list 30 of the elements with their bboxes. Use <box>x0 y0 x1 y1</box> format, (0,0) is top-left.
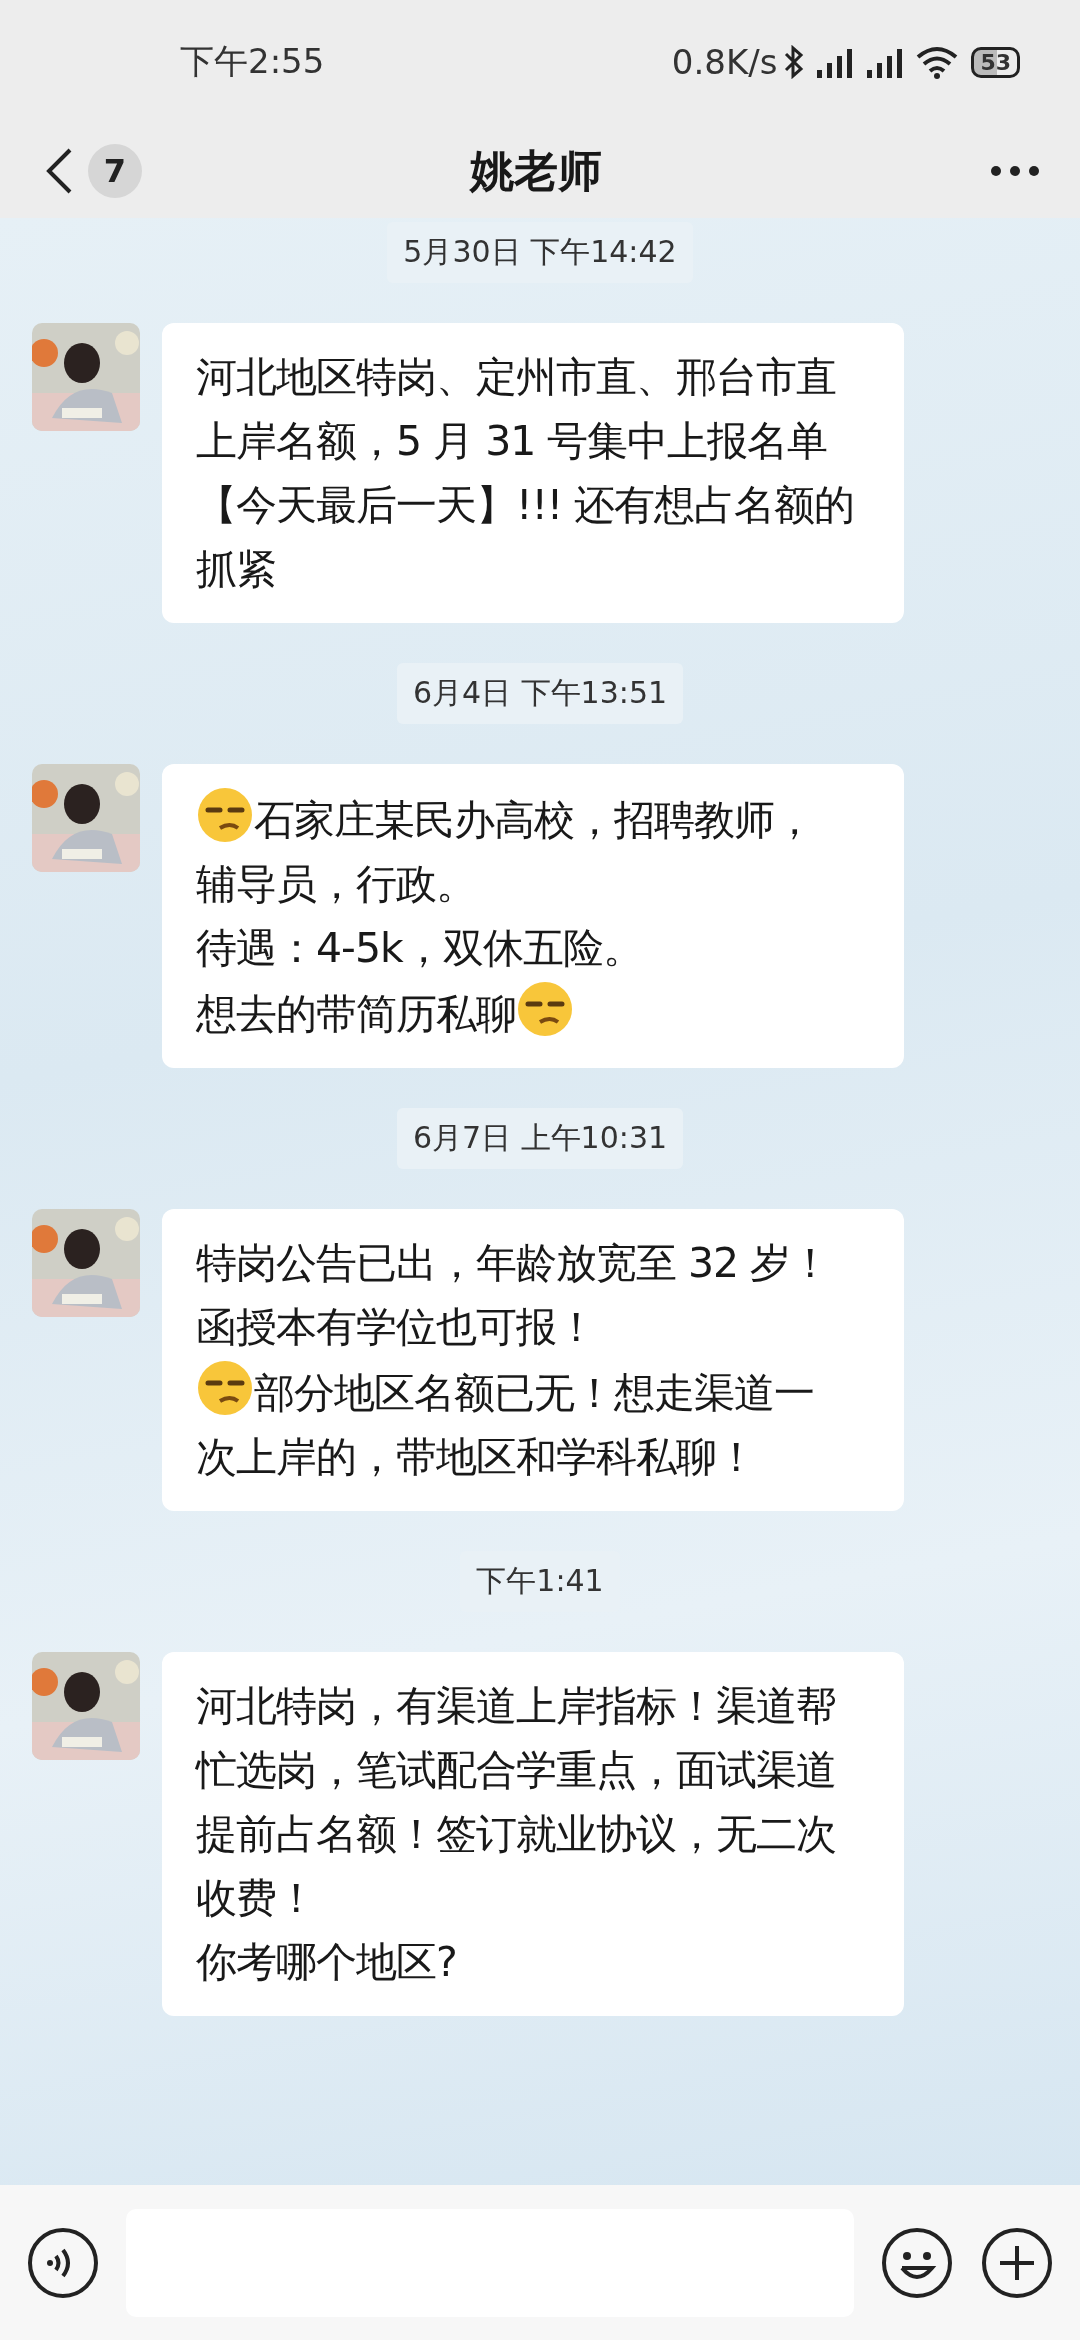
unread-badge: 7 <box>88 144 142 198</box>
add-icon[interactable] <box>980 2225 1054 2300</box>
emoji-icon <box>196 786 254 844</box>
message-text: 河北地区特岗、定州市直、邢台市直上岸名额，5 月 31 号集中上报名单 <box>196 353 836 465</box>
timestamp: 6月7日 上午10:31 <box>396 1108 684 1169</box>
message-text: 函授本有学位也可报！ <box>196 1303 596 1351</box>
message-text: 【今天最后一天】!!! 还有想占名额的抓紧 <box>196 481 855 593</box>
emoji-icon <box>196 1359 254 1417</box>
message-text: 次上岸的，带地区和学科私聊！ <box>196 1433 756 1481</box>
message-text: 想去的带简历私聊 <box>196 990 516 1038</box>
message-text: 河北特岗，有渠道上岸指标！渠道帮忙选岗，笔试配合学重点，面试渠道提前占名额！签订就业协议，无二次收费！ <box>196 1682 836 1922</box>
network-speed: 0.8K/s <box>671 42 778 82</box>
status-time: 下午2:55 <box>180 40 326 83</box>
message-text: 待遇：4-5k，双休五险。 <box>196 924 643 972</box>
emoji-icon[interactable] <box>880 2225 954 2300</box>
bluetooth-icon <box>783 45 806 79</box>
voice-icon[interactable] <box>26 2225 100 2300</box>
battery-indicator: 53 <box>971 46 1020 78</box>
message-text: 石家庄某民办高校，招聘教师， <box>254 796 814 844</box>
chat-title: 姚老师 <box>468 143 603 198</box>
timestamp: 5月30日 下午14:42 <box>387 222 693 283</box>
more-icon[interactable] <box>990 165 1040 177</box>
timestamp: 6月4日 下午13:51 <box>396 663 684 724</box>
emoji-icon <box>516 980 574 1038</box>
message-text: 你考哪个地区? <box>196 1938 457 1986</box>
message-text: 辅导员，行政。 <box>196 860 476 908</box>
message-text: 部分地区名额已无！想走渠道一 <box>254 1369 814 1417</box>
back-icon[interactable] <box>44 147 74 195</box>
message-text: 特岗公告已出，年龄放宽至 32 岁！ <box>196 1239 831 1287</box>
wifi-icon <box>915 45 960 79</box>
